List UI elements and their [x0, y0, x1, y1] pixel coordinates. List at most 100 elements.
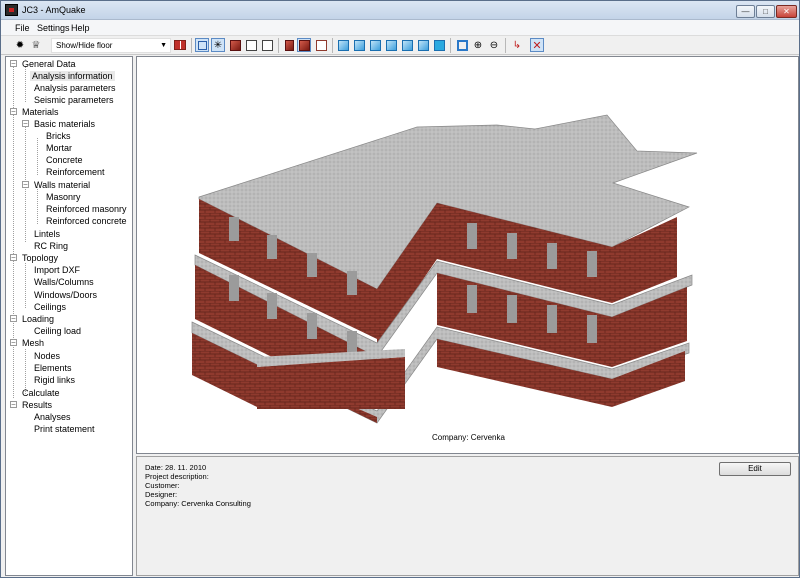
tree-item-lintels[interactable]: Lintels: [34, 228, 60, 240]
tree-item-elements[interactable]: Elements: [34, 362, 72, 374]
collapse-icon[interactable]: –: [10, 401, 17, 408]
tree-item-analysis-information[interactable]: Analysis information: [30, 70, 115, 82]
tree-label: Materials: [22, 107, 59, 117]
tree-label: Reinforcement: [46, 167, 105, 177]
tree-item-ceiling-load[interactable]: Ceiling load: [34, 325, 81, 337]
wire-cube-icon[interactable]: [244, 38, 258, 52]
toolbar: ✹ ♕ Show/Hide floor ▼ ✳ ⊕ ⊖ ↳ ✕: [1, 36, 799, 55]
tree-item-analyses[interactable]: Analyses: [34, 411, 71, 423]
collapse-icon[interactable]: –: [10, 339, 17, 346]
frame-view-icon[interactable]: [195, 38, 209, 52]
view-left-icon[interactable]: [368, 38, 382, 52]
tree-item-nodes[interactable]: Nodes: [34, 350, 60, 362]
tree-label: Loading: [22, 314, 55, 324]
tree-item-ceilings[interactable]: Ceilings: [34, 301, 66, 313]
floor-select[interactable]: Show/Hide floor ▼: [51, 38, 171, 53]
tree-label: Walls/Columns: [34, 277, 94, 287]
tree-label: Calculate: [22, 388, 60, 398]
maximize-button[interactable]: □: [756, 5, 775, 18]
tree-item-mortar[interactable]: Mortar: [46, 142, 72, 154]
close-button[interactable]: ✕: [776, 5, 797, 18]
tree-label: Bricks: [46, 131, 71, 141]
wall-icon[interactable]: [282, 38, 296, 52]
bug-icon[interactable]: ✹: [13, 38, 27, 52]
menu-file[interactable]: File: [15, 23, 30, 33]
collapse-icon[interactable]: –: [22, 181, 29, 188]
cross-icon[interactable]: ✕: [530, 38, 544, 52]
tree-item-seismic-parameters[interactable]: Seismic parameters: [34, 94, 114, 106]
zoom-in-icon[interactable]: ⊕: [471, 38, 485, 52]
collapse-icon[interactable]: –: [10, 254, 17, 261]
tree-item-walls-columns[interactable]: Walls/Columns: [34, 276, 94, 288]
tree-label: Ceiling load: [34, 326, 82, 336]
collapse-icon[interactable]: –: [10, 315, 17, 322]
tree-label: Import DXF: [34, 265, 81, 275]
info-company: Company: Cervenka Consulting: [145, 499, 251, 508]
tree-label: Mesh: [22, 338, 45, 348]
tree-label: Ceilings: [34, 302, 67, 312]
menu-help[interactable]: Help: [71, 23, 90, 33]
tree-label: Mortar: [46, 143, 73, 153]
app-window: JC3 - AmQuake — □ ✕ File Settings Help ✹…: [0, 0, 800, 578]
view-bottom-icon[interactable]: [416, 38, 430, 52]
tree-label: Basic materials: [34, 119, 96, 129]
tree-label: General Data: [22, 59, 76, 69]
tree-item-masonry[interactable]: Masonry: [46, 191, 81, 203]
tree-guide: [13, 66, 14, 398]
toolbar-separator: [191, 38, 192, 53]
menu-bar: File Settings Help: [1, 20, 799, 36]
edit-button[interactable]: Edit: [719, 462, 791, 476]
chevron-down-icon: ▼: [160, 42, 167, 49]
view-front-icon[interactable]: [336, 38, 350, 52]
3d-viewport[interactable]: Company: Cervenka: [136, 56, 799, 454]
tree-item-import-dxf[interactable]: Import DXF: [34, 264, 80, 276]
toolbar-separator: [278, 38, 279, 53]
tree-item-windows-doors[interactable]: Windows/Doors: [34, 289, 97, 301]
tree-label: Concrete: [46, 155, 83, 165]
brick-view-icon[interactable]: [297, 38, 311, 52]
tree-guide: [25, 66, 26, 102]
tree-item-print-statement[interactable]: Print statement: [34, 423, 95, 435]
tree-item-reinforced-concrete[interactable]: Reinforced concrete: [46, 215, 127, 227]
minimize-button[interactable]: —: [736, 5, 755, 18]
tree-label: Seismic parameters: [34, 95, 114, 105]
grid-red-icon[interactable]: [173, 38, 187, 52]
tree-item-bricks[interactable]: Bricks: [46, 130, 71, 142]
tree-label: Rigid links: [34, 375, 76, 385]
brick-outline-icon[interactable]: [314, 38, 328, 52]
red-cube-icon[interactable]: [228, 38, 242, 52]
collapse-icon[interactable]: –: [10, 60, 17, 67]
toolbar-separator: [450, 38, 451, 53]
tree-item-calculate[interactable]: Calculate: [22, 387, 60, 399]
view-top-icon[interactable]: [400, 38, 414, 52]
tree-item-reinforced-masonry[interactable]: Reinforced masonry: [46, 203, 127, 215]
tree-label: Analysis information: [30, 71, 115, 81]
collapse-icon[interactable]: –: [10, 108, 17, 115]
outline-cube-icon[interactable]: [260, 38, 274, 52]
view-back-icon[interactable]: [352, 38, 366, 52]
tree-item-concrete[interactable]: Concrete: [46, 154, 83, 166]
tree-label: Reinforced masonry: [46, 204, 127, 214]
zoom-fit-icon[interactable]: [455, 38, 469, 52]
tree-item-rigid-links[interactable]: Rigid links: [34, 374, 75, 386]
zoom-out-icon[interactable]: ⊖: [487, 38, 501, 52]
collapse-icon[interactable]: –: [22, 120, 29, 127]
view-iso-icon[interactable]: [432, 38, 446, 52]
axes-icon[interactable]: ✳: [211, 38, 225, 52]
tree-label: Analyses: [34, 412, 71, 422]
menu-settings[interactable]: Settings: [37, 23, 70, 33]
view-right-icon[interactable]: [384, 38, 398, 52]
tree-label: Elements: [34, 363, 72, 373]
app-logo-icon: [5, 4, 18, 16]
project-tree: – General Data Analysis information Anal…: [5, 56, 133, 576]
tree-item-reinforcement[interactable]: Reinforcement: [46, 166, 105, 178]
info-date: Date: 28. 11. 2010: [145, 463, 207, 472]
tree-label: Reinforced concrete: [46, 216, 127, 226]
crown-icon[interactable]: ♕: [29, 38, 43, 52]
tree-label: Results: [22, 400, 53, 410]
tree-item-analysis-parameters[interactable]: Analysis parameters: [34, 82, 116, 94]
title-bar: JC3 - AmQuake — □ ✕: [1, 1, 799, 20]
tree-item-rc-ring[interactable]: RC Ring: [34, 240, 68, 252]
tree-guide: [37, 138, 38, 175]
coordinate-axes-icon[interactable]: ↳: [510, 38, 524, 52]
